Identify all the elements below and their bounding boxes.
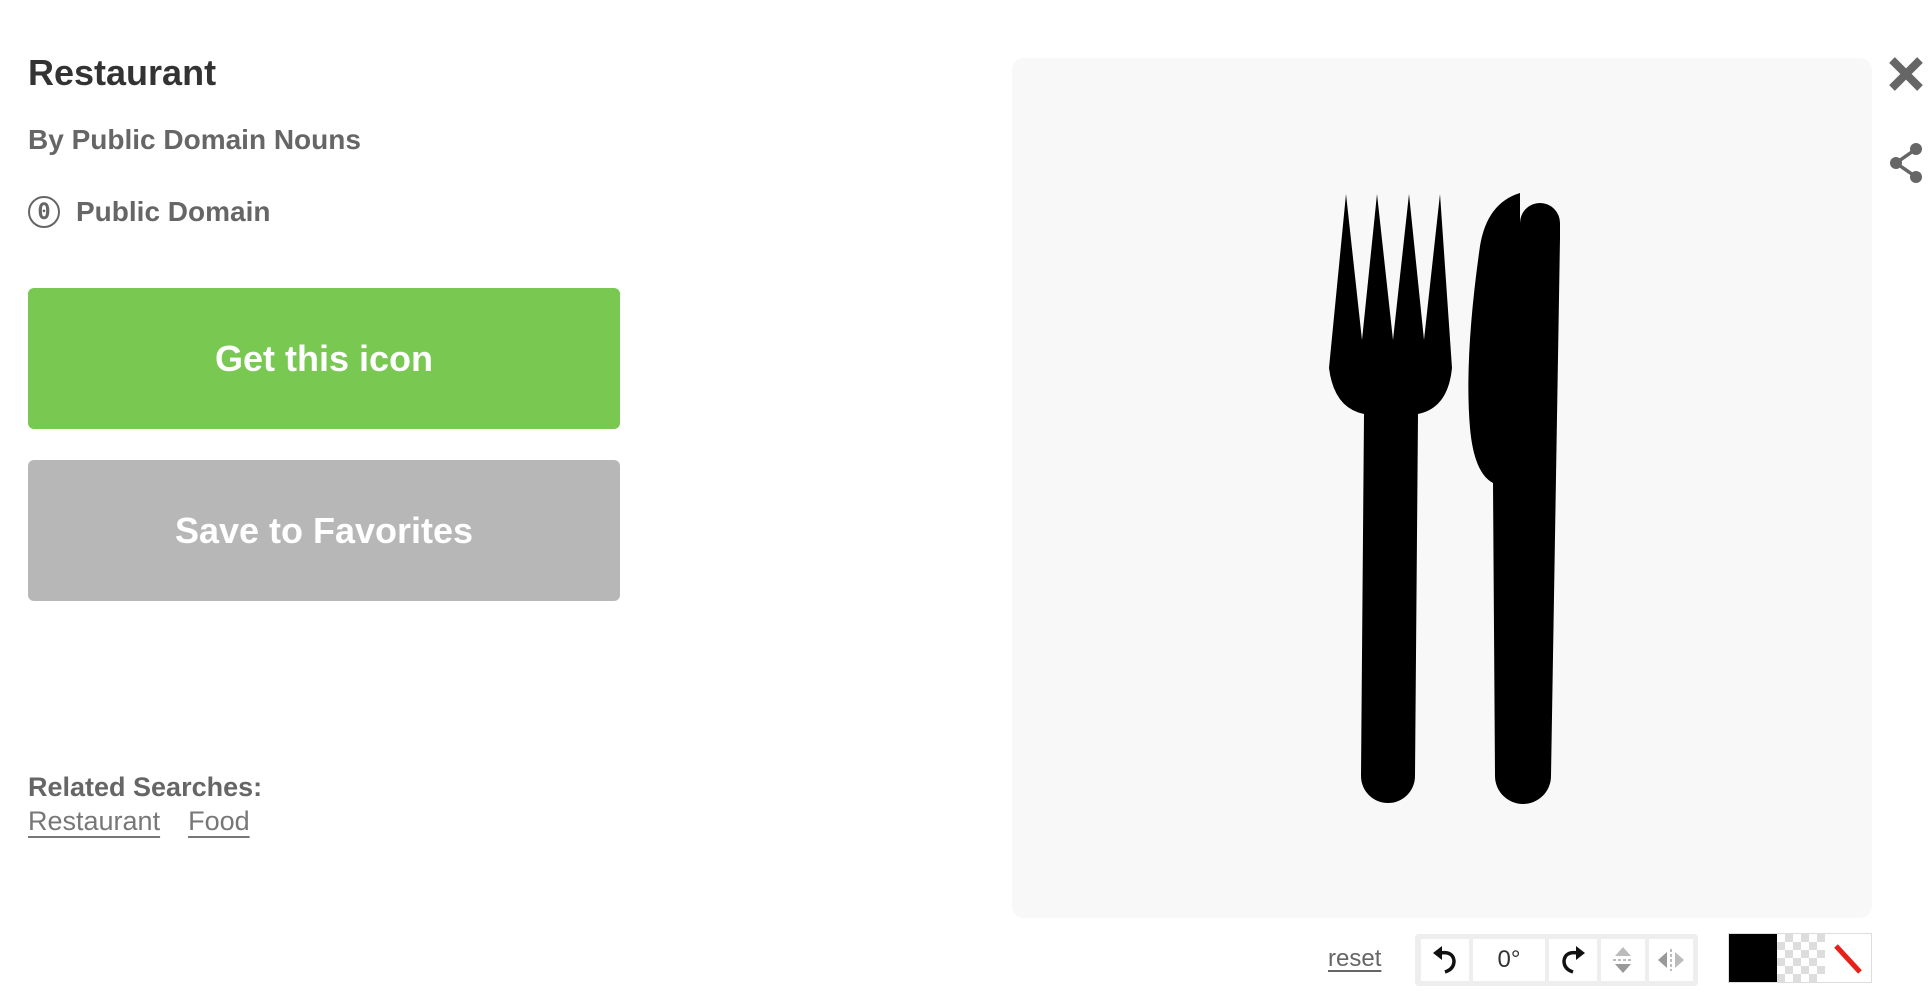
license-info: 0 Public Domain [28,196,270,228]
rotate-right-icon [1562,946,1585,974]
related-link-restaurant[interactable]: Restaurant [28,806,160,837]
black-color-swatch[interactable] [1729,934,1777,982]
save-to-favorites-button[interactable]: Save to Favorites [28,460,620,601]
no-color-swatch[interactable] [1825,934,1871,982]
reset-link[interactable]: reset [1328,945,1381,973]
rotate-right-button[interactable] [1549,939,1597,981]
color-swatches [1728,933,1872,983]
related-searches-list: Restaurant Food [28,806,250,837]
icon-author: By Public Domain Nouns [28,124,361,155]
no-color-icon [1834,944,1862,974]
transparent-background-swatch[interactable] [1777,934,1825,982]
get-icon-button[interactable]: Get this icon [28,288,620,429]
share-icon [1890,143,1922,183]
icon-title: Restaurant [28,52,217,93]
close-icon [1889,57,1923,91]
rotate-left-button[interactable] [1421,939,1469,981]
icon-preview [1012,58,1872,918]
rotation-value: 0° [1473,939,1545,981]
flip-vertical-button[interactable] [1601,939,1645,981]
public-domain-icon: 0 [28,196,60,228]
related-link-food[interactable]: Food [188,806,250,837]
flip-vertical-icon [1613,947,1633,973]
close-button[interactable] [1886,52,1926,96]
rotate-left-icon [1433,946,1456,974]
flip-horizontal-icon [1658,949,1684,971]
related-searches-heading: Related Searches: [28,772,263,802]
flip-horizontal-button[interactable] [1649,939,1693,981]
share-button[interactable] [1886,141,1926,185]
fork-knife-icon [1329,193,1560,804]
license-label: Public Domain [76,196,271,227]
transform-toolbar: 0° [1415,934,1698,986]
